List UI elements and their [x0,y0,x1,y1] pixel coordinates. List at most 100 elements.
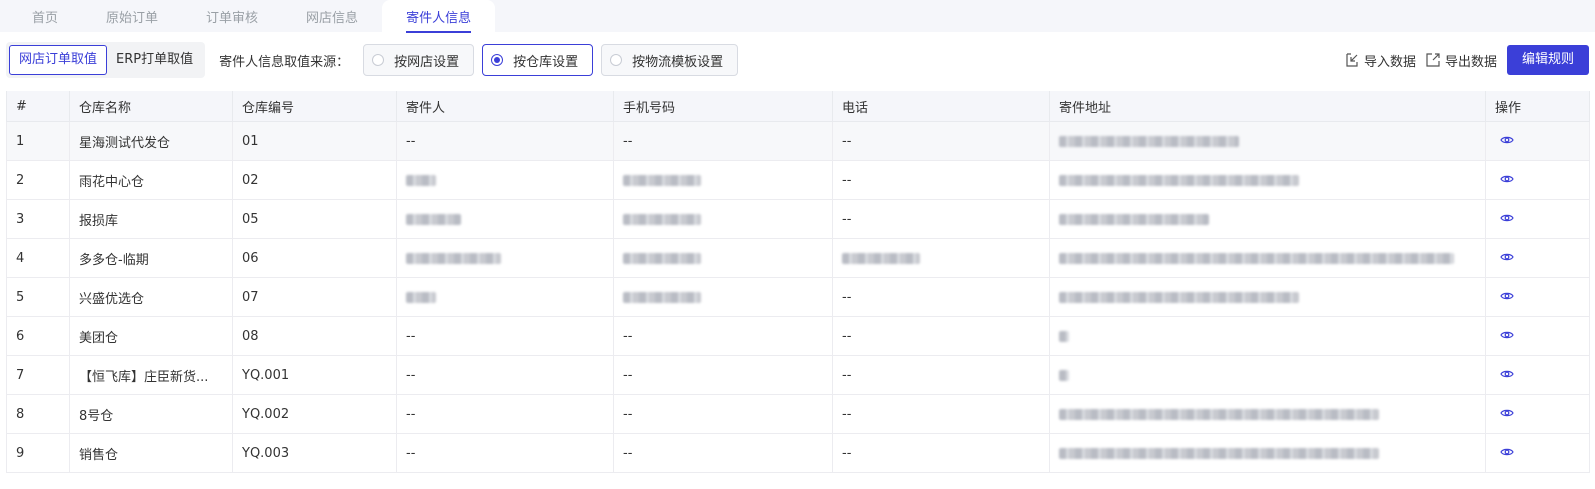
segment-shop-order[interactable]: 网店订单取值 [9,45,108,75]
eye-icon[interactable] [1500,368,1514,383]
radio-by-shop[interactable]: 按网店设置 [363,44,475,76]
cell-warehouse-code: YQ.001 [232,355,397,395]
cell-index: 9 [6,433,70,473]
col-header-address: 寄件地址 [1049,91,1486,122]
redacted-text [1059,447,1379,459]
import-icon [1346,53,1358,67]
edit-rules-button[interactable]: 编辑规则 [1506,45,1589,75]
import-data-button[interactable]: 导入数据 [1345,51,1416,70]
cell-mobile [613,199,833,239]
eye-icon[interactable] [1500,212,1514,227]
cell-action [1485,160,1590,200]
radio-by-warehouse[interactable]: 按仓库设置 [482,44,594,76]
eye-icon[interactable] [1500,251,1514,266]
redacted-text [1059,174,1299,186]
redacted-text [1059,369,1069,381]
tab-order-review[interactable]: 订单审核 [182,0,282,32]
cell-phone: -- [832,277,1050,317]
radio-label: 按物流模板设置 [632,54,724,70]
toolbar: 网店订单取值 ERP打单取值 寄件人信息取值来源： 按网店设置 按仓库设置 按物… [6,38,1589,82]
cell-index: 2 [6,160,70,200]
eye-icon[interactable] [1500,446,1514,461]
cell-index: 6 [6,316,70,356]
export-data-label: 导出数据 [1444,54,1497,70]
cell-warehouse-code: 05 [232,199,397,239]
eye-icon[interactable] [1500,173,1514,188]
tab-sender-info[interactable]: 寄件人信息 [382,0,496,33]
cell-address [1049,394,1486,434]
cell-warehouse-code: 08 [232,316,397,356]
cell-warehouse-name: 雨花中心仓 [69,160,233,200]
cell-phone: -- [832,433,1050,473]
table-header-row: # 仓库名称 仓库编号 寄件人 手机号码 电话 寄件地址 操作 [6,91,1590,122]
table-row: 5 兴盛优选仓 07 -- [6,277,1590,317]
cell-sender: -- [396,316,614,356]
cell-warehouse-name: 报损库 [69,199,233,239]
eye-icon[interactable] [1500,329,1514,344]
table-row: 1 星海测试代发仓 01 -- -- -- [6,121,1590,161]
table-row: 3 报损库 05 -- [6,199,1590,239]
radio-checked-icon [491,54,504,66]
cell-warehouse-code: 02 [232,160,397,200]
redacted-text [406,213,461,225]
table-row: 7 【恒飞库】庄臣新货... YQ.001 -- -- -- [6,355,1590,395]
cell-phone: -- [832,121,1050,161]
col-header-warehouse-name: 仓库名称 [69,91,233,122]
redacted-text [1059,330,1069,342]
cell-address [1049,199,1486,239]
cell-sender [396,160,614,200]
cell-phone: -- [832,355,1050,395]
cell-warehouse-code: 07 [232,277,397,317]
cell-phone: -- [832,394,1050,434]
cell-index: 5 [6,277,70,317]
cell-address [1049,433,1486,473]
col-header-phone: 电话 [832,91,1050,122]
col-header-sender: 寄件人 [396,91,614,122]
radio-unchecked-icon [372,54,385,66]
radio-by-logistics-template[interactable]: 按物流模板设置 [601,44,739,76]
cell-index: 3 [6,199,70,239]
tab-home[interactable]: 首页 [8,0,82,32]
table-row: 6 美团仓 08 -- -- -- [6,316,1590,356]
cell-action [1485,199,1590,239]
export-icon [1426,53,1440,67]
cell-sender [396,199,614,239]
segment-erp-print[interactable]: ERP打单取值 [107,45,202,75]
tab-shop-info[interactable]: 网店信息 [282,0,382,32]
cell-mobile [613,277,833,317]
cell-warehouse-code: 01 [232,121,397,161]
redacted-text [1059,135,1239,147]
cell-warehouse-name: 销售仓 [69,433,233,473]
cell-action [1485,316,1590,356]
redacted-text [623,252,701,264]
warehouse-sender-table: # 仓库名称 仓库编号 寄件人 手机号码 电话 寄件地址 操作 1 星海测试代发仓… [6,91,1590,473]
cell-mobile: -- [613,316,833,356]
cell-action [1485,238,1590,278]
redacted-text [1059,291,1299,303]
cell-index: 7 [6,355,70,395]
cell-warehouse-name: 星海测试代发仓 [69,121,233,161]
table-row: 2 雨花中心仓 02 -- [6,160,1590,200]
eye-icon[interactable] [1500,134,1514,149]
cell-warehouse-name: 【恒飞库】庄臣新货... [69,355,233,395]
tab-raw-orders[interactable]: 原始订单 [82,0,182,32]
cell-mobile: -- [613,433,833,473]
cell-index: 1 [6,121,70,161]
eye-icon[interactable] [1500,290,1514,305]
cell-address [1049,238,1486,278]
redacted-text [406,291,436,303]
cell-index: 4 [6,238,70,278]
table-row: 8 8号仓 YQ.002 -- -- -- [6,394,1590,434]
cell-sender [396,277,614,317]
export-data-button[interactable]: 导出数据 [1426,51,1497,70]
cell-action [1485,355,1590,395]
cell-address [1049,355,1486,395]
cell-phone [832,238,1050,278]
radio-label: 按网店设置 [394,54,460,70]
top-tab-bar: 首页 原始订单 订单审核 网店信息 寄件人信息 [0,0,1595,33]
cell-warehouse-name: 美团仓 [69,316,233,356]
import-data-label: 导入数据 [1363,54,1416,70]
eye-icon[interactable] [1500,407,1514,422]
col-header-action: 操作 [1485,91,1590,122]
cell-warehouse-code: YQ.003 [232,433,397,473]
